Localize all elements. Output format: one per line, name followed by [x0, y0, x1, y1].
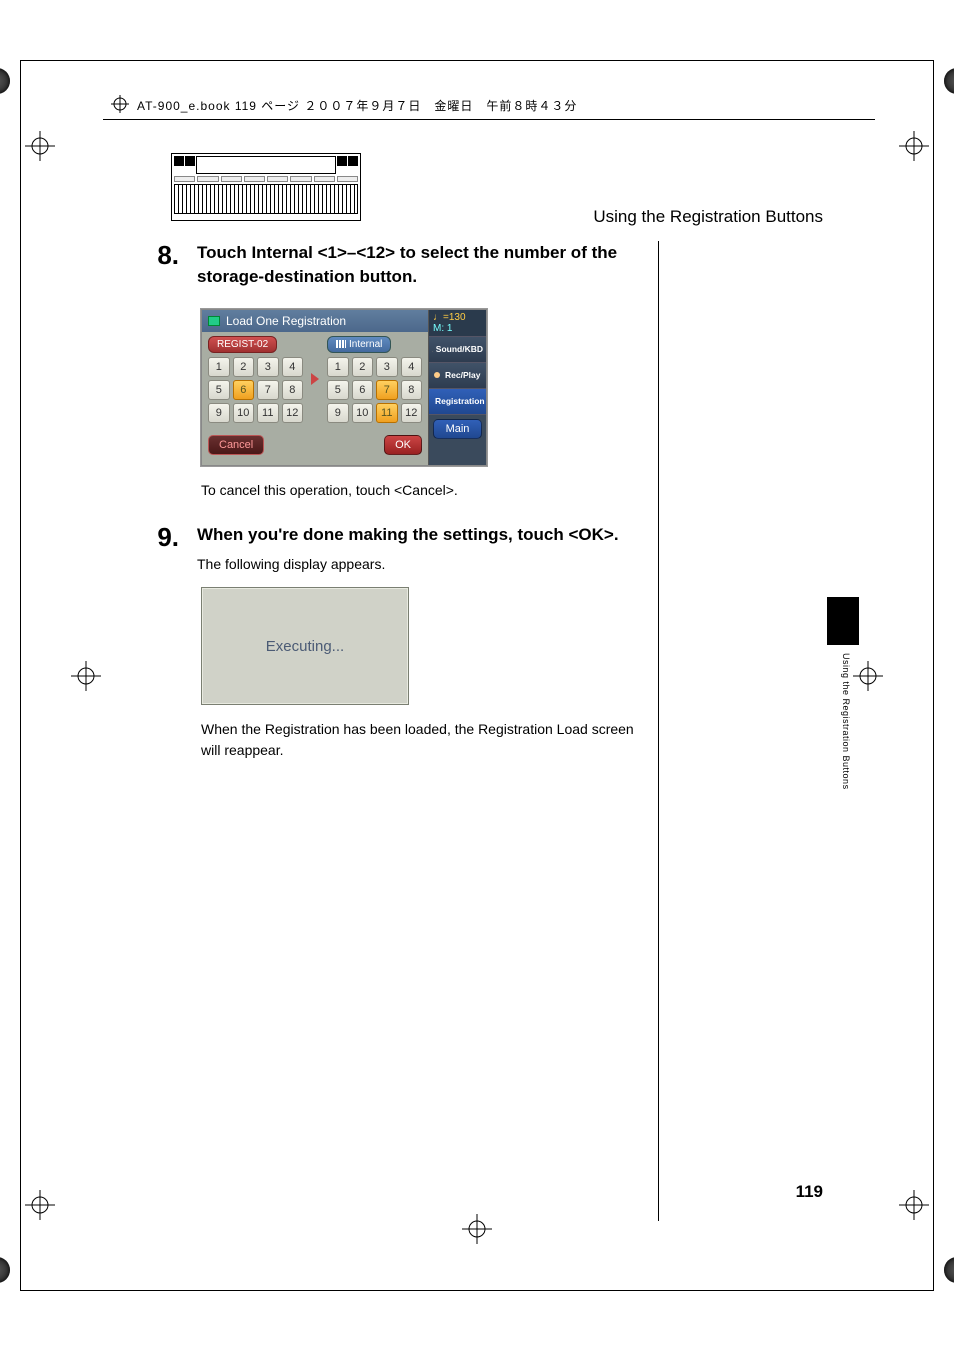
step-heading: Touch Internal <1>–<12> to select the nu… [197, 241, 649, 289]
step-number: 8. [139, 241, 179, 297]
print-corner-dot [944, 68, 954, 94]
step-text: The following display appears. [197, 554, 649, 575]
bars-icon [336, 340, 346, 348]
step-text: When the Registration has been loaded, t… [201, 719, 649, 761]
organ-panel-illustration [171, 153, 361, 221]
registration-mark-icon [899, 1190, 929, 1220]
source-slot-button[interactable]: 12 [282, 403, 304, 423]
dialog-title-icon [208, 316, 220, 326]
note-icon [432, 344, 433, 354]
destination-slot-button[interactable]: 1 [327, 357, 349, 377]
load-registration-screenshot: Load One Registration REGIST-02 12345678… [201, 309, 487, 466]
registration-mark-icon [25, 1190, 55, 1220]
chapter-thumb-label: Using the Registration Buttons [841, 653, 851, 790]
screen-sidebar: ♩=130 M: 1 Sound/KBD Rec/Play Registration… [428, 310, 486, 465]
registration-mark-icon [25, 131, 55, 161]
main-button[interactable]: Main [433, 419, 482, 439]
source-slot-button[interactable]: 7 [257, 380, 279, 400]
destination-slot-button[interactable]: 6 [352, 380, 374, 400]
destination-slot-button[interactable]: 4 [401, 357, 423, 377]
destination-slot-button[interactable]: 9 [327, 403, 349, 423]
destination-slot-button[interactable]: 8 [401, 380, 423, 400]
source-label[interactable]: REGIST-02 [208, 336, 277, 353]
dialog-titlebar: Load One Registration [202, 310, 428, 332]
dialog-title: Load One Registration [226, 314, 346, 328]
cancel-note: To cancel this operation, touch <Cancel>… [201, 480, 649, 501]
registration-mark-icon [899, 131, 929, 161]
destination-slot-button[interactable]: 5 [327, 380, 349, 400]
crosshair-icon [111, 95, 129, 116]
page-number: 119 [796, 1182, 823, 1202]
source-slot-button[interactable]: 6 [233, 380, 255, 400]
executing-dialog: Executing... [201, 587, 409, 705]
source-slot-button[interactable]: 8 [282, 380, 304, 400]
sidebar-tab-registration[interactable]: Registration [429, 388, 486, 414]
destination-slot-button[interactable]: 12 [401, 403, 423, 423]
sidebar-tab-label: Rec/Play [445, 370, 480, 380]
vertical-divider [658, 241, 659, 1221]
sidebar-tab-label: Registration [435, 396, 485, 406]
source-slot-button[interactable]: 5 [208, 380, 230, 400]
step-9: 9. When you're done making the settings,… [139, 523, 649, 576]
print-corner-dot [0, 1257, 10, 1283]
destination-slot-button[interactable]: 7 [376, 380, 398, 400]
cancel-button[interactable]: Cancel [208, 435, 264, 455]
destination-slot-grid: 123456789101112 [327, 357, 422, 423]
speaker-icon [432, 370, 442, 380]
print-corner-dot [0, 68, 10, 94]
source-slot-button[interactable]: 11 [257, 403, 279, 423]
source-slot-button[interactable]: 10 [233, 403, 255, 423]
source-slot-button[interactable]: 9 [208, 403, 230, 423]
sidebar-tab-rec-play[interactable]: Rec/Play [429, 362, 486, 388]
source-slot-button[interactable]: 3 [257, 357, 279, 377]
arrow-right-icon [311, 373, 319, 385]
tempo-display: ♩=130 M: 1 [429, 310, 486, 336]
registration-mark-icon [71, 661, 101, 691]
chapter-thumb-tab [827, 597, 859, 645]
step-number: 9. [139, 523, 179, 576]
sidebar-tab-sound-kbd[interactable]: Sound/KBD [429, 336, 486, 362]
content-column: 8. Touch Internal <1>–<12> to select the… [139, 241, 649, 761]
source-slot-button[interactable]: 1 [208, 357, 230, 377]
ok-button[interactable]: OK [384, 435, 422, 455]
destination-slot-button[interactable]: 10 [352, 403, 374, 423]
sidebar-tab-label: Sound/KBD [436, 344, 483, 354]
step-8: 8. Touch Internal <1>–<12> to select the… [139, 241, 649, 297]
section-title: Using the Registration Buttons [593, 207, 823, 227]
book-header-text: AT-900_e.book 119 ページ ２００７年９月７日 金曜日 午前８時… [137, 97, 577, 114]
registration-mark-icon [853, 661, 883, 691]
print-corner-dot [944, 1257, 954, 1283]
source-slot-grid: 123456789101112 [208, 357, 303, 423]
book-header: AT-900_e.book 119 ページ ２００７年９月７日 金曜日 午前８時… [111, 95, 873, 116]
destination-slot-button[interactable]: 2 [352, 357, 374, 377]
source-slot-button[interactable]: 2 [233, 357, 255, 377]
measure-value: M: 1 [433, 323, 482, 334]
registration-mark-icon [462, 1214, 492, 1244]
destination-slot-button[interactable]: 11 [376, 403, 398, 423]
executing-text: Executing... [266, 638, 344, 655]
destination-slot-button[interactable]: 3 [376, 357, 398, 377]
page-frame: AT-900_e.book 119 ページ ２００７年９月７日 金曜日 午前８時… [20, 60, 934, 1291]
header-rule [103, 119, 875, 120]
step-heading: When you're done making the settings, to… [197, 523, 649, 547]
tempo-value: ♩=130 [433, 312, 482, 323]
source-slot-button[interactable]: 4 [282, 357, 304, 377]
destination-label[interactable]: Internal [327, 336, 391, 353]
